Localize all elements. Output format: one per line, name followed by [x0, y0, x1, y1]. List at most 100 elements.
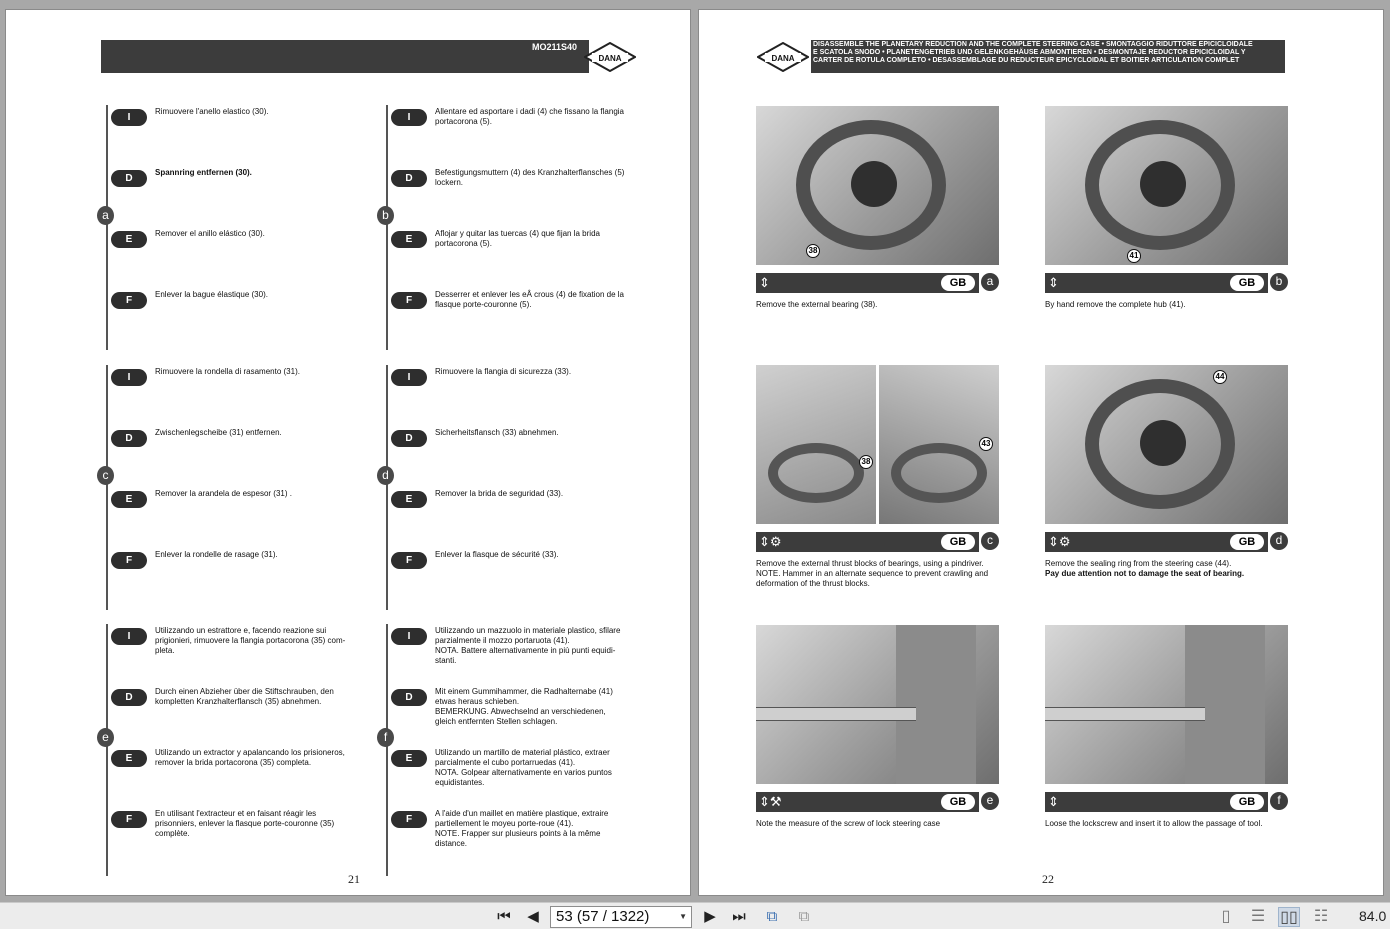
language-badge: F [111, 811, 147, 828]
instruction-row: E Remover la arandela de espesor (31) . [111, 489, 371, 531]
instruction-text: Rimuovere l'anello elastico (30). [155, 107, 269, 116]
caption-text: Loose the lockscrew and insert it to all… [1045, 819, 1263, 828]
language-badge: I [111, 369, 147, 386]
language-badge: E [111, 491, 147, 508]
instruction-row: E Remover la brida de seguridad (33). [391, 489, 651, 531]
step-letter: e [981, 792, 999, 810]
section-divider [386, 105, 388, 350]
step-toolbar: ⇕⚙ GB [1045, 532, 1268, 552]
instruction-row: I Rimuovere l'anello elastico (30). [111, 107, 371, 149]
instruction-row: I Utilizzando un mazzuolo in materiale pl… [391, 626, 651, 668]
language-badge: D [111, 689, 147, 706]
step-letter: f [1270, 792, 1288, 810]
navigate-back-icon[interactable]: ⧉ [760, 907, 784, 927]
caption-text: Remove the external thrust blocks of bea… [756, 559, 989, 588]
tool-icon: ⇕ [1048, 794, 1059, 809]
part-callout: 38 [806, 244, 820, 258]
step-caption: Remove the external bearing (38). [756, 300, 1001, 310]
instruction-section-d: d I Rimuovere la flangia di sicurezza (33)… [377, 365, 656, 610]
next-page-icon[interactable]: ▶ [700, 907, 720, 927]
instruction-text: Rimuovere la rondella di rasamento (31). [155, 367, 300, 376]
instruction-text: Utilizando un extractor y apalancando lo… [155, 748, 345, 767]
first-page-icon[interactable]: ⏮ [494, 907, 514, 927]
part-callout: 41 [1127, 249, 1141, 263]
step-toolbar: ⇕ GB [756, 273, 979, 293]
caption-text: Note the measure of the screw of lock st… [756, 819, 941, 828]
document-page-right: DANA DISASSEMBLE THE PLANETARY REDUCTION… [698, 9, 1384, 896]
procedure-step-f: ⇕ GB f Loose the lockscrew and insert it to… [1045, 625, 1288, 855]
procedure-step-e: ⇕⚒ GB e Note the measure of the screw of lo… [756, 625, 999, 855]
instruction-row: I Allentare ed asportare i dadi (4) che f… [391, 107, 651, 149]
manual-code: MO211S40 [531, 42, 577, 52]
instruction-row: D Durch einen Abzieher über die Stiftschr… [111, 687, 371, 729]
step-toolbar: ⇕⚒ GB [756, 792, 979, 812]
two-page-continuous-view-icon[interactable]: ☷ [1310, 907, 1332, 927]
instruction-text: Enlever la flasque de sécurité (33). [435, 550, 559, 559]
language-badge: E [111, 750, 147, 767]
instruction-text: Utilizando un martillo de material plást… [435, 748, 612, 787]
instruction-row: E Aflojar y quitar las tuercas (4) que fi… [391, 229, 651, 271]
step-photo: 41 [1045, 106, 1288, 265]
instruction-text: En utilisant l'extracteur et en faisant … [155, 809, 335, 838]
instruction-text: Remover la arandela de espesor (31) . [155, 489, 292, 498]
navigate-forward-icon: ⧉ [798, 908, 810, 925]
language-badge: F [391, 811, 427, 828]
instruction-row: E Utilizando un martillo de material plás… [391, 748, 651, 790]
language-badge: E [391, 750, 427, 767]
previous-page-icon[interactable]: ◀ [523, 907, 543, 927]
instruction-section-c: c I Rimuovere la rondella di rasamento (31… [97, 365, 376, 610]
step-caption: Remove the sealing ring from the steerin… [1045, 559, 1290, 579]
instruction-section-f: f I Utilizzando un mazzuolo in materiale p… [377, 624, 656, 876]
instruction-text: Zwischenlegscheibe (31) entfernen. [155, 428, 282, 437]
language-badge: GB [1230, 275, 1264, 291]
section-letter: e [97, 728, 114, 747]
instruction-text: Enlever la rondelle de rasage (31). [155, 550, 278, 559]
two-page-view-icon[interactable]: ▯▯ [1278, 907, 1300, 927]
dana-logo-text: DANA [771, 54, 794, 63]
instruction-row: D Sicherheitsflansch (33) abnehmen. [391, 428, 651, 470]
instruction-text: Mit einem Gummihammer, die Radhalternabe… [435, 687, 613, 726]
procedure-step-d: 44 ⇕⚙ GB d Remove the sealing ring from the … [1045, 365, 1288, 595]
language-badge: D [391, 170, 427, 187]
tool-icon: ⇕ [1048, 275, 1059, 290]
language-badge: F [391, 552, 427, 569]
step-letter: b [1270, 273, 1288, 291]
page-number: 21 [348, 872, 360, 886]
language-badge: GB [1230, 534, 1264, 550]
tool-icon: ⇕⚙ [759, 534, 782, 549]
instruction-text: A l'aide d'un maillet en matière plastiq… [435, 809, 609, 848]
step-caption: Remove the external thrust blocks of bea… [756, 559, 1001, 589]
page-selector[interactable]: 53 (57 / 1322) ▼ [550, 906, 692, 928]
instruction-text: Utilizzando un mazzuolo in materiale pla… [435, 626, 621, 665]
language-badge: E [391, 491, 427, 508]
continuous-view-icon[interactable]: ☰ [1247, 907, 1269, 927]
step-letter: c [981, 532, 999, 550]
single-page-view-icon[interactable]: ▯ [1215, 907, 1237, 927]
instruction-row: F Enlever la flasque de sécurité (33). [391, 550, 651, 592]
language-badge: F [391, 292, 427, 309]
caption-text: Remove the external bearing (38). [756, 300, 878, 309]
step-photo [1045, 625, 1288, 784]
instruction-row: F A l'aide d'un maillet en matière plasti… [391, 809, 651, 851]
procedure-step-b: 41 ⇕ GB b By hand remove the complete hub (4… [1045, 106, 1288, 336]
step-toolbar: ⇕⚙ GB [756, 532, 979, 552]
step-toolbar: ⇕ GB [1045, 273, 1268, 293]
language-badge: D [391, 430, 427, 447]
section-title-bar: DISASSEMBLE THE PLANETARY REDUCTION AND … [811, 40, 1285, 73]
section-letter: f [377, 728, 394, 747]
dana-logo: DANA [757, 42, 809, 72]
tool-icon: ⇕⚙ [1048, 534, 1071, 549]
instruction-text: Sicherheitsflansch (33) abnehmen. [435, 428, 559, 437]
last-page-icon[interactable]: ⏭ [729, 907, 749, 927]
instruction-row: D Mit einem Gummihammer, die Radhalternab… [391, 687, 651, 729]
instruction-row: F Desserrer et enlever les eÂ crous (4) d… [391, 290, 651, 332]
step-caption: By hand remove the complete hub (41). [1045, 300, 1290, 310]
language-badge: D [111, 170, 147, 187]
instruction-text: Rimuovere la flangia di sicurezza (33). [435, 367, 572, 376]
zoom-level[interactable]: 84.0 [1359, 908, 1386, 924]
language-badge: E [391, 231, 427, 248]
step-photo: 44 [1045, 365, 1288, 524]
step-toolbar: ⇕ GB [1045, 792, 1268, 812]
language-badge: D [111, 430, 147, 447]
page-selector-value: 53 (57 / 1322) [556, 908, 650, 925]
